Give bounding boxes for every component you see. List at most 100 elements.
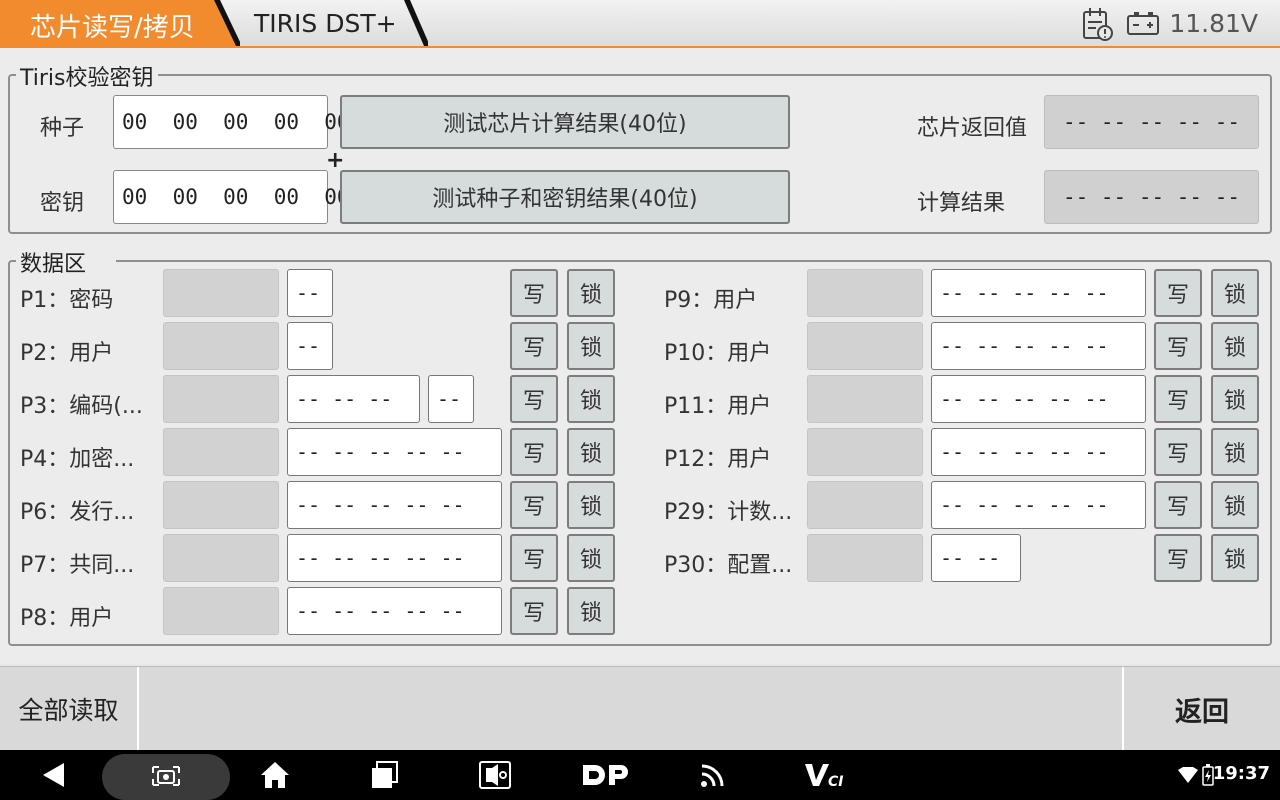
write-button-p1[interactable]: 写 <box>510 269 558 317</box>
row-status-p29 <box>807 481 923 529</box>
wifi-signal-icon[interactable] <box>696 750 732 800</box>
row-label-p1: P1：密码 <box>20 288 114 313</box>
tab-label-active: 芯片读写/拷贝 <box>30 13 195 43</box>
row-status-p9 <box>807 269 923 317</box>
write-button-p29[interactable]: 写 <box>1154 481 1202 529</box>
lock-button-p11[interactable]: 锁 <box>1211 375 1259 423</box>
key-input[interactable]: 00 00 00 00 00 <box>113 170 350 224</box>
write-button-p7[interactable]: 写 <box>510 534 558 582</box>
lock-button-p29[interactable]: 锁 <box>1211 481 1259 529</box>
row-value-p29[interactable]: -- -- -- -- -- <box>931 481 1146 529</box>
lock-button-p9[interactable]: 锁 <box>1211 269 1259 317</box>
tab-tiris-dst[interactable]: TIRIS DST+ <box>212 0 428 48</box>
write-button-p4[interactable]: 写 <box>510 428 558 476</box>
voltage-readout: 11.81V <box>1169 9 1258 38</box>
row-value-p30[interactable]: -- -- <box>931 534 1021 582</box>
row-label-p10: P10：用户 <box>664 341 772 366</box>
write-button-p2[interactable]: 写 <box>510 322 558 370</box>
action-bar: 全部读取 返回 <box>0 666 1280 751</box>
row-status-p30 <box>807 534 923 582</box>
system-clock: 19:37 <box>1212 763 1270 784</box>
tab-chip-read-write[interactable]: 芯片读写/拷贝 <box>0 0 240 48</box>
row-status-p7 <box>163 534 279 582</box>
lock-button-p2[interactable]: 锁 <box>567 322 615 370</box>
row-label-p30: P30：配置... <box>664 553 793 578</box>
svg-text:CI: CI <box>828 774 843 790</box>
chip-return-label: 芯片返回值 <box>917 116 1028 141</box>
row-value-p12[interactable]: -- -- -- -- -- <box>931 428 1146 476</box>
tab-label-second: TIRIS DST+ <box>254 9 397 38</box>
screenshot-icon[interactable] <box>144 750 188 800</box>
row-status-p3 <box>163 375 279 423</box>
row-status-p6 <box>163 481 279 529</box>
write-button-p6[interactable]: 写 <box>510 481 558 529</box>
lock-button-p12[interactable]: 锁 <box>1211 428 1259 476</box>
row-status-p8 <box>163 587 279 635</box>
display-icon[interactable] <box>476 750 514 800</box>
row-value-p9[interactable]: -- -- -- -- -- <box>931 269 1146 317</box>
lock-button-p4[interactable]: 锁 <box>567 428 615 476</box>
row-value-p2[interactable]: -- <box>287 322 333 370</box>
lock-button-p10[interactable]: 锁 <box>1211 322 1259 370</box>
seed-label: 种子 <box>40 116 85 141</box>
battery-icon <box>1127 12 1159 35</box>
lock-button-p7[interactable]: 锁 <box>567 534 615 582</box>
back-button[interactable]: 返回 <box>1122 667 1280 751</box>
row-label-p6: P6：发行... <box>20 500 135 525</box>
row-status-p2 <box>163 322 279 370</box>
write-button-p10[interactable]: 写 <box>1154 322 1202 370</box>
lock-button-p1[interactable]: 锁 <box>567 269 615 317</box>
system-nav-bar: CI 19:37 <box>0 750 1280 800</box>
row-label-p11: P11：用户 <box>664 394 772 419</box>
row-value2-p3[interactable]: -- <box>428 375 474 423</box>
key-section-legend: Tiris校验密钥 <box>16 60 158 92</box>
write-button-p9[interactable]: 写 <box>1154 269 1202 317</box>
main-content: Tiris校验密钥 种子 00 00 00 00 00 + 密钥 00 00 0… <box>0 48 1280 664</box>
row-label-p4: P4：加密... <box>20 447 135 472</box>
write-button-p12[interactable]: 写 <box>1154 428 1202 476</box>
row-value-p4[interactable]: -- -- -- -- -- <box>287 428 502 476</box>
row-value-p10[interactable]: -- -- -- -- -- <box>931 322 1146 370</box>
vci-logo-icon[interactable]: CI <box>800 750 850 800</box>
write-button-p8[interactable]: 写 <box>510 587 558 635</box>
chip-return-value: -- -- -- -- -- <box>1044 95 1259 149</box>
row-status-p10 <box>807 322 923 370</box>
calendar-alert-icon <box>1083 8 1113 41</box>
wifi-icon <box>1178 767 1198 783</box>
test-seed-key-button[interactable]: 测试种子和密钥结果(40位) <box>340 170 790 224</box>
row-label-p8: P8：用户 <box>20 606 114 631</box>
calc-result-value: -- -- -- -- -- <box>1044 170 1259 224</box>
row-value-p8[interactable]: -- -- -- -- -- <box>287 587 502 635</box>
write-button-p11[interactable]: 写 <box>1154 375 1202 423</box>
row-label-p2: P2：用户 <box>20 341 114 366</box>
row-value-p11[interactable]: -- -- -- -- -- <box>931 375 1146 423</box>
dp-logo-icon[interactable] <box>580 750 632 800</box>
row-value-p7[interactable]: -- -- -- -- -- <box>287 534 502 582</box>
home-icon[interactable] <box>256 750 294 800</box>
lock-button-p3[interactable]: 锁 <box>567 375 615 423</box>
test-chip-calc-button[interactable]: 测试芯片计算结果(40位) <box>340 95 790 149</box>
row-value-p1[interactable]: -- <box>287 269 333 317</box>
top-bar: 芯片读写/拷贝 TIRIS DST+ 11.81V <box>0 0 1280 48</box>
lock-button-p8[interactable]: 锁 <box>567 587 615 635</box>
row-label-p12: P12：用户 <box>664 447 772 472</box>
row-label-p3: P3：编码(... <box>20 394 143 419</box>
write-button-p30[interactable]: 写 <box>1154 534 1202 582</box>
seed-input[interactable]: 00 00 00 00 00 <box>113 95 350 149</box>
status-area: 11.81V <box>1080 0 1280 46</box>
lock-button-p6[interactable]: 锁 <box>567 481 615 529</box>
back-icon[interactable] <box>36 750 72 800</box>
write-button-p3[interactable]: 写 <box>510 375 558 423</box>
calc-result-label: 计算结果 <box>917 191 1006 216</box>
row-status-p11 <box>807 375 923 423</box>
row-value-p6[interactable]: -- -- -- -- -- <box>287 481 502 529</box>
row-status-p4 <box>163 428 279 476</box>
row-label-p9: P9：用户 <box>664 288 758 313</box>
row-status-p1 <box>163 269 279 317</box>
recents-icon[interactable] <box>366 750 402 800</box>
row-value-p3[interactable]: -- -- -- <box>287 375 420 423</box>
read-all-button[interactable]: 全部读取 <box>0 667 139 751</box>
row-label-p29: P29：计数... <box>664 500 793 525</box>
lock-button-p30[interactable]: 锁 <box>1211 534 1259 582</box>
row-label-p7: P7：共同... <box>20 553 135 578</box>
